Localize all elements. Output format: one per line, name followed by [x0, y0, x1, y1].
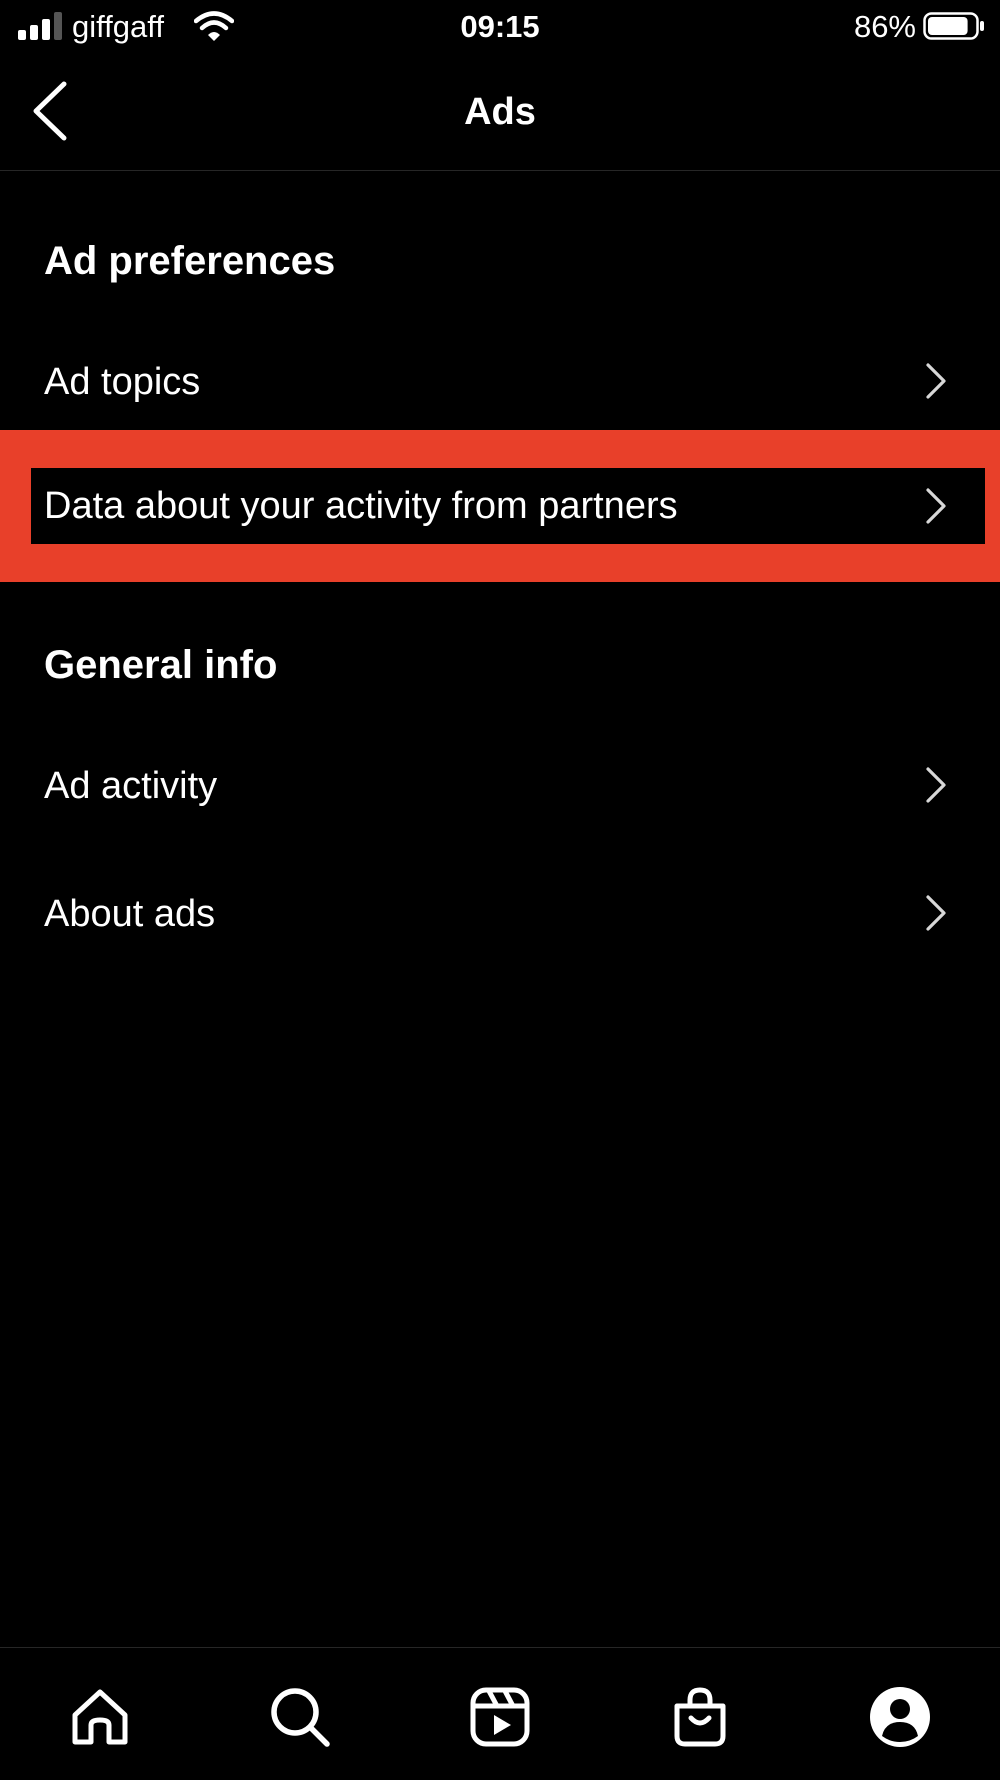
chevron-right-icon	[926, 488, 946, 524]
list-item-ad-activity[interactable]: Ad activity	[0, 730, 1000, 840]
tab-shop[interactable]	[665, 1682, 735, 1752]
reels-icon	[470, 1687, 530, 1747]
chevron-right-icon	[926, 767, 946, 803]
battery-percentage: 86%	[853, 9, 916, 44]
list-item-label: Ad activity	[44, 765, 218, 807]
home-icon	[72, 1689, 128, 1745]
list-item-about-ads[interactable]: About ads	[0, 858, 1000, 968]
section-heading-general-info: General info	[44, 643, 278, 687]
status-bar: giffgaff 09:15 86%	[0, 0, 1000, 56]
list-item-ad-topics[interactable]: Ad topics	[0, 326, 1000, 436]
navigation-header: Ads	[0, 56, 1000, 171]
profile-icon	[870, 1687, 930, 1747]
section-heading-ad-preferences: Ad preferences	[44, 239, 336, 283]
bottom-tab-bar	[0, 1647, 1000, 1780]
chevron-right-icon	[926, 895, 946, 931]
battery-icon	[923, 12, 984, 40]
search-icon	[271, 1688, 330, 1747]
tab-profile[interactable]	[865, 1682, 935, 1752]
list-item-label: Data about your activity from partners	[44, 485, 678, 527]
status-time: 09:15	[460, 9, 540, 44]
tab-search[interactable]	[265, 1682, 335, 1752]
list-item-data-about-your-activity[interactable]: Data about your activity from partners	[31, 468, 985, 544]
list-item-label: Ad topics	[44, 361, 201, 403]
page-title: Ads	[464, 91, 536, 133]
tab-home[interactable]	[65, 1682, 135, 1752]
list-item-label: About ads	[44, 893, 216, 935]
tab-reels[interactable]	[465, 1682, 535, 1752]
highlight-annotation: Data about your activity from partners	[0, 430, 1000, 582]
chevron-right-icon	[926, 363, 946, 399]
shopping-bag-icon	[674, 1687, 726, 1747]
